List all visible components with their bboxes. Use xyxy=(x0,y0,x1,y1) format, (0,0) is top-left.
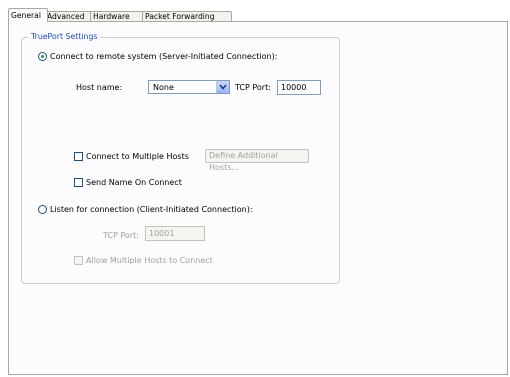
tab-general[interactable]: General xyxy=(8,8,48,22)
chevron-down-icon[interactable] xyxy=(216,81,229,93)
group-title: TruePort Settings xyxy=(28,31,101,42)
send-name-checkbox[interactable] xyxy=(74,178,83,187)
host-name-select[interactable]: None xyxy=(148,80,230,94)
define-hosts-button[interactable]: Define Additional Hosts... xyxy=(205,149,309,172)
host-name-value: None xyxy=(153,83,174,92)
multiple-hosts-checkbox[interactable] xyxy=(74,152,83,161)
tcp-port-label: TCP Port: xyxy=(235,83,271,92)
send-name-label: Send Name On Connect xyxy=(86,178,182,187)
allow-multiple-label: Allow Multiple Hosts to Connect xyxy=(86,256,213,265)
server-initiated-radio[interactable] xyxy=(38,52,47,61)
tcp-port-input[interactable]: 10000 xyxy=(277,80,321,95)
client-initiated-radio[interactable] xyxy=(38,205,47,214)
radio-selected-dot xyxy=(41,55,44,58)
host-name-label: Host name: xyxy=(76,83,123,92)
server-initiated-label: Connect to remote system (Server-Initiat… xyxy=(50,52,278,61)
multiple-hosts-label: Connect to Multiple Hosts xyxy=(86,152,189,161)
client-initiated-label: Listen for connection (Client-Initiated … xyxy=(50,205,253,214)
allow-multiple-checkbox[interactable] xyxy=(74,256,83,265)
listen-tcp-port-input[interactable]: 10001 xyxy=(145,226,205,241)
listen-tcp-port-label: TCP Port: xyxy=(103,231,139,240)
